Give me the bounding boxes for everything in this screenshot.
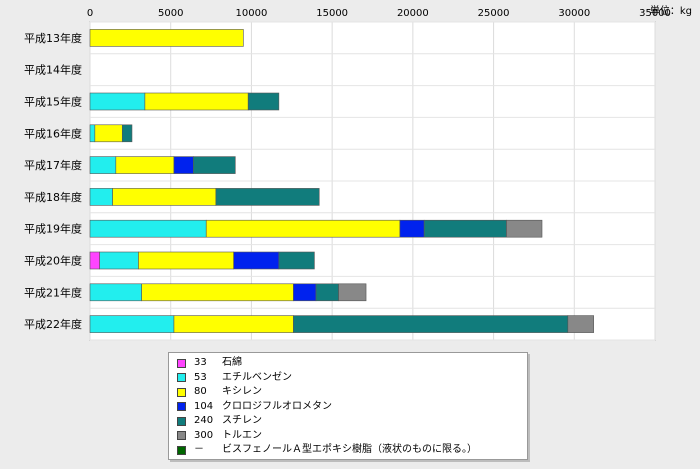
x-tick-label: 20000 (397, 8, 429, 19)
x-tick-label: 30000 (558, 8, 590, 19)
bar-segment (315, 283, 339, 302)
bar-segment (173, 315, 294, 333)
legend-label: 石綿 (222, 357, 242, 368)
bar-segment (173, 156, 194, 174)
bar-segment (94, 124, 123, 143)
category-label: 平成18年度 (24, 190, 82, 204)
category-label: 平成20年度 (24, 254, 82, 268)
bar-segment (567, 315, 594, 333)
chart-container: 0 5000 10000 15000 20000 25000 30000 35000 平成13年… (0, 0, 700, 469)
bar-segment (89, 219, 207, 238)
x-tick-label: 0 (87, 8, 93, 19)
legend-item: 33 石綿 (177, 356, 527, 371)
bar-segment (399, 219, 425, 238)
x-tick-label: 25000 (478, 8, 510, 19)
bar-segment (193, 156, 236, 174)
legend-label: トルエン (222, 429, 262, 441)
legend-code: － (194, 444, 204, 455)
legend-code: 33 (194, 357, 207, 368)
legend-label: ビスフェノールＡ型エポキシ樹脂（液状のものに限る。） (222, 444, 477, 455)
bar-segment (293, 283, 317, 302)
legend-label: キシレン (222, 386, 262, 397)
bar-segment (89, 156, 117, 174)
bar-segment (233, 251, 280, 270)
category-label: 平成19年度 (24, 222, 82, 236)
legend-label: スチレン (222, 415, 262, 426)
legend-code: 53 (194, 371, 207, 383)
legend-item: － ビスフェノールＡ型エポキシ樹脂（液状のものに限る。） (177, 443, 527, 458)
legend-swatch (177, 431, 186, 441)
legend-item: 104 クロロジフルオロメタン (177, 400, 527, 415)
bar-segment (112, 188, 217, 206)
legend: 33 石綿 53 エチルベンゼン 80 キシレン 104 クロロジフルオロメタン 240 スチレン… (168, 352, 528, 460)
x-tick-label: 15000 (316, 8, 348, 19)
category-label: 平成17年度 (24, 158, 82, 172)
unit-label: 単位：kg (649, 6, 692, 17)
bar-segment (506, 219, 543, 238)
bar-segment (89, 188, 113, 206)
category-label: 平成16年度 (24, 126, 82, 140)
bar-segment (215, 188, 320, 206)
legend-code: 80 (194, 386, 207, 397)
category-label: 平成22年度 (24, 317, 82, 331)
legend-label: エチルベンゼン (222, 371, 292, 383)
bar-segment (99, 251, 139, 270)
legend-swatch (177, 416, 186, 426)
bar-segment (89, 315, 175, 333)
legend-code: 300 (194, 429, 214, 441)
legend-code: 104 (194, 400, 214, 412)
bar-segment (338, 283, 367, 302)
legend-swatch (177, 358, 186, 368)
bar-segment (89, 29, 244, 47)
bar-segment (205, 219, 401, 238)
bar-segment (278, 251, 315, 270)
x-tick-label: 10000 (236, 8, 268, 19)
bar-segment (121, 124, 133, 143)
legend-label: クロロジフルオロメタン (222, 400, 332, 412)
bar-segment (89, 251, 100, 270)
bar-segment (144, 92, 249, 111)
legend-swatch (177, 445, 186, 455)
legend-swatch (177, 402, 186, 412)
category-label: 平成21年度 (24, 285, 82, 299)
category-label: 平成15年度 (24, 95, 82, 109)
bar-segment (423, 219, 507, 238)
bar-segment (89, 92, 146, 111)
legend-item: 80 キシレン (177, 385, 527, 400)
bar-segment (89, 283, 142, 302)
bar-segment (138, 251, 234, 270)
legend-swatch (177, 373, 186, 383)
bar-segment (247, 92, 280, 111)
bar-segment (141, 283, 294, 302)
legend-swatch (177, 387, 186, 397)
category-label: 平成14年度 (24, 63, 82, 77)
bar-segment (89, 124, 96, 143)
legend-item: 53 エチルベンゼン (177, 371, 527, 386)
legend-item: 240 スチレン (177, 414, 527, 429)
legend-code: 240 (194, 415, 214, 426)
x-tick-label: 5000 (158, 8, 183, 19)
category-label: 平成13年度 (24, 31, 82, 45)
bar-segment (293, 315, 569, 333)
bar-segment (115, 156, 175, 174)
legend-item: 300 トルエン (177, 429, 527, 444)
